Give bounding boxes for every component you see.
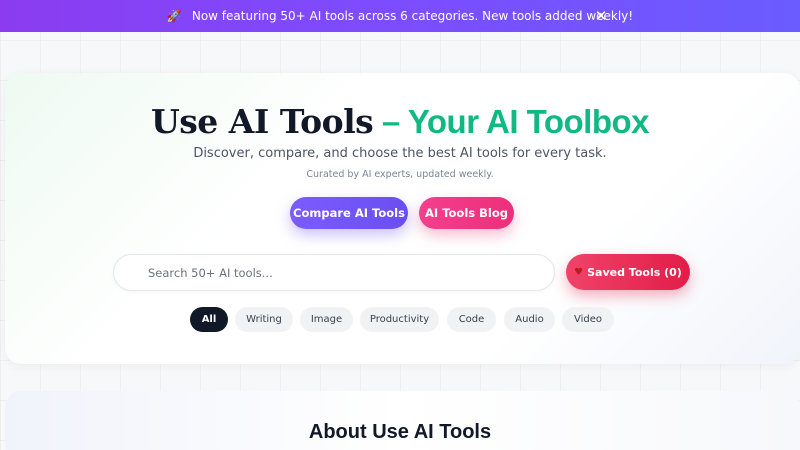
category-chip-audio[interactable]: Audio (504, 307, 555, 332)
rocket-icon: 🚀 (166, 9, 182, 23)
category-chip-productivity[interactable]: Productivity (360, 307, 439, 332)
category-chip-all[interactable]: All (190, 307, 228, 332)
category-chip-code[interactable]: Code (447, 307, 496, 332)
title-brand: Use AI Tools (150, 102, 374, 141)
page-title: Use AI Tools – Your AI Toolbox (0, 102, 800, 142)
banner-text: Now featuring 50+ AI tools across 6 cate… (191, 9, 634, 23)
search-input[interactable] (148, 255, 548, 290)
ai-tools-blog-button[interactable]: AI Tools Blog (419, 197, 514, 229)
hero-tagline: Curated by AI experts, updated weekly. (306, 169, 494, 180)
close-icon[interactable]: ✕ (593, 6, 609, 26)
category-chip-video[interactable]: Video (562, 307, 614, 332)
category-chip-image[interactable]: Image (300, 307, 353, 332)
saved-tools-label: Saved Tools (0) (587, 265, 682, 279)
compare-ai-tools-button[interactable]: Compare AI Tools (290, 197, 408, 229)
title-accent: – Your AI Toolbox (373, 103, 650, 140)
hero-subtitle: Discover, compare, and choose the best A… (193, 146, 607, 161)
category-chip-writing[interactable]: Writing (235, 307, 293, 332)
category-filter: All Writing Image Productivity Code Audi… (0, 307, 800, 332)
about-title: About Use AI Tools (308, 421, 492, 443)
search-bar (113, 254, 555, 291)
announcement-banner: 🚀 Now featuring 50+ AI tools across 6 ca… (0, 0, 800, 32)
saved-tools-button[interactable]: ♥ Saved Tools (0) (566, 254, 690, 290)
heart-icon: ♥ (574, 266, 584, 278)
